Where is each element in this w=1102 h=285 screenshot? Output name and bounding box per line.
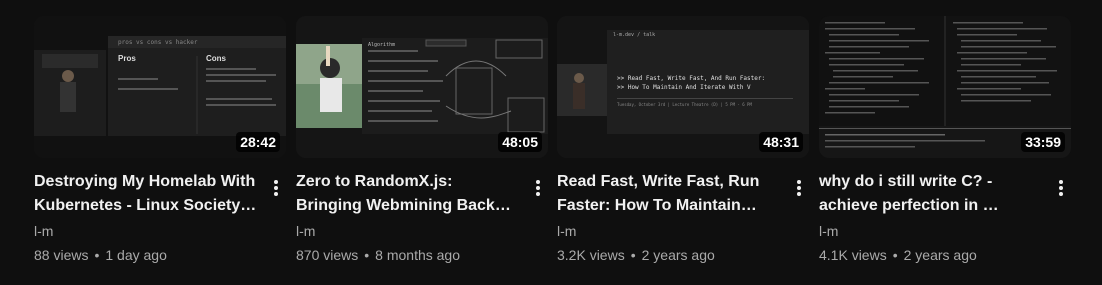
upload-age: 2 years ago	[903, 247, 977, 263]
duration-badge: 48:05	[498, 132, 542, 152]
video-card: Algorithm 48:05 Zero to RandomX.js: Brin…	[296, 16, 548, 265]
video-card: l-m.dev / talk >> Read Fast, Write Fast,…	[557, 16, 809, 265]
channel-name[interactable]: l-m	[34, 221, 258, 241]
video-title[interactable]: Read Fast, Write Fast, Run Faster: How T…	[557, 170, 781, 218]
video-stats: 88 views • 1 day ago	[34, 247, 167, 263]
more-vert-icon[interactable]	[1049, 170, 1073, 206]
channel-name[interactable]: l-m	[296, 221, 520, 241]
duration-badge: 28:42	[236, 132, 280, 152]
view-count: 88 views	[34, 247, 89, 263]
video-stats: 3.2K views • 2 years ago	[557, 247, 715, 263]
upload-age: 8 months ago	[375, 247, 461, 263]
duration-badge: 33:59	[1021, 132, 1065, 152]
channel-name[interactable]: l-m	[819, 221, 1043, 241]
video-thumbnail[interactable]: 33:59	[819, 16, 1071, 158]
upload-age: 1 day ago	[105, 247, 167, 263]
video-stats: 4.1K views • 2 years ago	[819, 247, 977, 263]
video-card: 33:59 why do i still write C? - achieve …	[819, 16, 1071, 265]
upload-age: 2 years ago	[641, 247, 715, 263]
video-stats: 870 views • 8 months ago	[296, 247, 461, 263]
video-thumbnail[interactable]: Algorithm 48:05	[296, 16, 548, 158]
thumb-header: Algorithm	[368, 42, 396, 48]
view-count: 870 views	[296, 247, 359, 263]
thumb-line-1: >> Read Fast, Write Fast, And Run Faster…	[617, 75, 766, 82]
view-count: 3.2K views	[557, 247, 625, 263]
more-vert-icon[interactable]	[526, 170, 550, 206]
thumb-line-2: >> How To Maintain And Iterate With V	[617, 84, 751, 91]
video-title[interactable]: why do i still write C? - achieve perfec…	[819, 170, 1043, 218]
video-thumbnail[interactable]: l-m.dev / talk >> Read Fast, Write Fast,…	[557, 16, 809, 158]
thumb-site: l-m.dev / talk	[613, 32, 656, 38]
thumb-header: pros vs cons vs hacker	[118, 39, 198, 46]
thumb-footer: Tuesday, October 3rd | Lecture Theatre (…	[617, 102, 752, 107]
more-vert-icon[interactable]	[787, 170, 811, 206]
more-vert-icon[interactable]	[264, 170, 288, 206]
thumb-pros: Pros	[118, 54, 136, 63]
video-card: pros vs cons vs hacker Pros Cons 28:42 D…	[34, 16, 286, 265]
view-count: 4.1K views	[819, 247, 887, 263]
duration-badge: 48:31	[759, 132, 803, 152]
video-title[interactable]: Zero to RandomX.js: Bringing Webmining B…	[296, 170, 520, 218]
channel-name[interactable]: l-m	[557, 221, 781, 241]
thumb-cons: Cons	[206, 54, 226, 63]
video-title[interactable]: Destroying My Homelab With Kubernetes - …	[34, 170, 258, 218]
video-grid: pros vs cons vs hacker Pros Cons 28:42 D…	[0, 0, 1102, 285]
video-thumbnail[interactable]: pros vs cons vs hacker Pros Cons 28:42	[34, 16, 286, 158]
